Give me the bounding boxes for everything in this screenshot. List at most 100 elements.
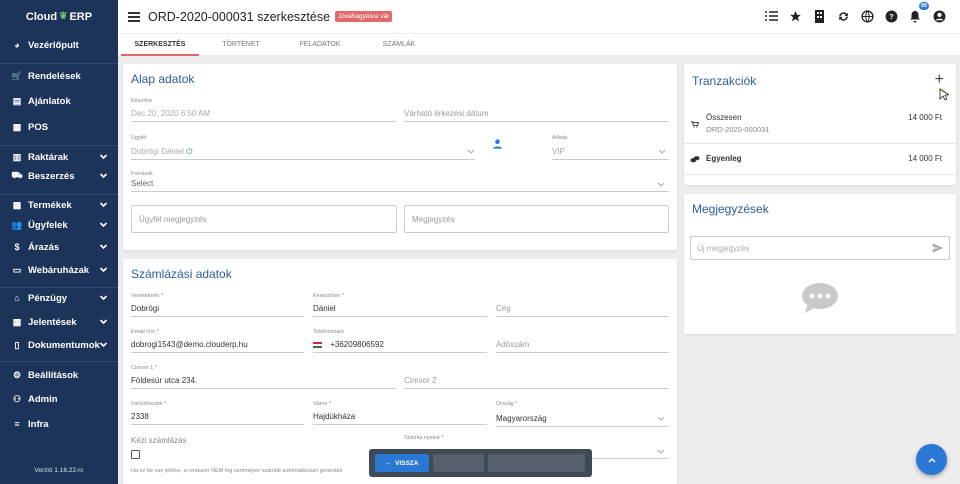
sidebar-item-vezerlopult[interactable]: ◕ Vezérlőpult (0, 34, 118, 56)
sidebar-item-beallitasok[interactable]: ⚙ Beállítások (0, 364, 118, 386)
lastname-input[interactable]: Dobrógi (131, 304, 159, 313)
sidebar-item-label: Árazás (28, 241, 60, 253)
arrival-date-underline (404, 121, 669, 122)
tab-feladatok[interactable]: FELADATOK (290, 34, 350, 56)
source-select[interactable]: Select (131, 179, 153, 188)
pricelist-label: Árlista (552, 135, 568, 141)
power-icon[interactable]: ⏻ (186, 147, 192, 156)
chevron-down-icon[interactable] (99, 317, 108, 326)
invoice-language-chevron-down-icon[interactable] (657, 449, 665, 455)
manual-billing-checkbox[interactable] (131, 450, 140, 459)
disabled-action-button-2[interactable] (488, 454, 585, 472)
chevron-down-icon[interactable] (99, 242, 108, 251)
chevron-down-icon[interactable] (99, 293, 108, 302)
transactions-title: Tranzakciók (692, 74, 757, 88)
send-icon[interactable] (932, 243, 943, 253)
version-label: Verzió 1.16.22-rc (34, 467, 84, 474)
help-icon[interactable]: ? (884, 9, 898, 23)
arrival-date-input[interactable]: Várható érkezési dátum (404, 109, 489, 118)
transactions-card: Tranzakciók + Összesen ORD-2020-000031 1… (684, 64, 956, 185)
sidebar-item-admin[interactable]: ⚇ Admin (0, 388, 118, 410)
zip-input[interactable]: 2338 (131, 412, 149, 421)
brand-logo[interactable]: Cloud ❦ ERP (0, 0, 118, 33)
sidebar-item-ajanlatok[interactable]: ▤ Ajánlatok (0, 90, 118, 112)
bank-icon: ⌂ (14, 293, 20, 303)
leaf-icon: ❦ (59, 11, 68, 22)
pricelist-chevron-down-icon[interactable] (658, 149, 666, 155)
cart-icon: 🛒 (11, 70, 23, 81)
pricelist-value[interactable]: VIP (552, 147, 565, 156)
phone-input[interactable]: +36209806592 (313, 340, 384, 349)
notes-title: Megjegyzések (692, 202, 769, 216)
address2-input[interactable]: Címsor 2 (404, 376, 436, 385)
sidebar-item-label: Termékek (28, 199, 72, 211)
star-icon[interactable] (788, 9, 802, 23)
scroll-top-button[interactable] (916, 444, 947, 475)
tab-szerkesztes[interactable]: SZERKESZTÉS (121, 34, 199, 56)
brand-name-right: ERP (69, 10, 93, 23)
firstname-underline (313, 316, 487, 317)
sidebar-item-label: Jelentések (28, 316, 77, 328)
sidebar-item-infra[interactable]: ≡ Infra (0, 413, 118, 435)
company-underline (496, 316, 669, 317)
chevron-down-icon[interactable] (99, 265, 108, 274)
account-icon[interactable] (932, 9, 946, 23)
country-select[interactable]: Magyarország (496, 414, 547, 423)
refresh-icon[interactable] (836, 9, 850, 23)
tax-number-input[interactable]: Adószám (496, 340, 529, 349)
sidebar-item-jelentesek[interactable]: ▦ Jelentések (0, 311, 118, 333)
email-underline (131, 352, 304, 353)
chevron-down-icon[interactable] (99, 340, 108, 349)
notes-card: Megjegyzések Új megjegyzés (684, 194, 956, 334)
firstname-label: Keresztnév * (313, 293, 345, 299)
country-chevron-down-icon[interactable] (657, 416, 665, 422)
tab-tortenet[interactable]: TÖRTÉNET (211, 34, 271, 56)
address1-label: Címsor 1 * (131, 365, 157, 371)
sidebar-item-label: Raktárak (28, 151, 69, 163)
source-chevron-down-icon[interactable] (657, 182, 665, 188)
sidebar-item-webaruhazak[interactable]: ▭ Webáruházak (0, 259, 118, 281)
sidebar-item-ugyfelek[interactable]: 👥 Ügyfelek (0, 214, 118, 236)
note-placeholder: Megjegyzés (412, 215, 455, 224)
chevron-down-icon[interactable] (99, 171, 108, 180)
add-transaction-button[interactable]: + (935, 72, 944, 88)
tab-szamlak[interactable]: SZÁMLÁK (374, 34, 424, 56)
chevron-down-icon[interactable] (99, 200, 108, 209)
disabled-action-button-1[interactable] (433, 454, 484, 472)
sidebar-item-termekek[interactable]: ▩ Termékek (0, 194, 118, 216)
sidebar-item-arazas[interactable]: $ Árazás (0, 236, 118, 258)
email-label: Email cím * (131, 329, 159, 335)
zip-underline (131, 424, 304, 425)
building-icon[interactable] (812, 9, 826, 23)
menu-toggle-icon[interactable] (128, 11, 140, 22)
sidebar-item-beszerzes[interactable]: ⛟ Beszerzés (0, 165, 118, 187)
bell-icon[interactable]: 99 (908, 2, 929, 23)
total-order-ref: ORD-2020-000031 (706, 125, 770, 134)
hungarian-flag-icon[interactable] (313, 341, 322, 348)
city-input[interactable]: Hajdúkháza (313, 412, 355, 421)
balance-amount: 14 000 Ft (908, 154, 942, 163)
sidebar-item-rendelesek[interactable]: 🛒 Rendelések (0, 65, 118, 87)
dashboard-icon: ◕ (14, 40, 20, 50)
sidebar-item-pos[interactable]: ▦ POS (0, 116, 118, 138)
chevron-down-icon[interactable] (99, 152, 108, 161)
sidebar-item-dokumentumok[interactable]: ▯ Dokumentumok (0, 334, 118, 356)
source-underline (131, 191, 669, 192)
user-icon[interactable] (492, 138, 503, 150)
chevron-down-icon[interactable] (99, 220, 108, 229)
back-button[interactable]: ← VISSZA (375, 454, 429, 472)
firstname-input[interactable]: Dániel (313, 304, 336, 313)
globe-icon[interactable] (860, 9, 874, 23)
address2-underline (404, 388, 669, 389)
company-input[interactable]: Cég (496, 304, 511, 313)
balance-label: Egyenleg (706, 154, 742, 163)
tasks-icon[interactable] (764, 9, 778, 23)
email-input[interactable]: dobrogi1543@demo.clouderp.hu (131, 340, 248, 349)
address1-input[interactable]: Földesúr utca 234. (131, 376, 197, 385)
customer-chevron-down-icon[interactable] (467, 149, 475, 155)
customer-select[interactable]: Dobrógi Dániel ⏻ (131, 147, 192, 157)
sidebar-item-penzugy[interactable]: ⌂ Pénzügy (0, 287, 118, 309)
billing-data-title: Számlázási adatok (131, 267, 232, 281)
country-underline (496, 426, 669, 427)
customer-value: Dobrógi Dániel (131, 147, 184, 156)
